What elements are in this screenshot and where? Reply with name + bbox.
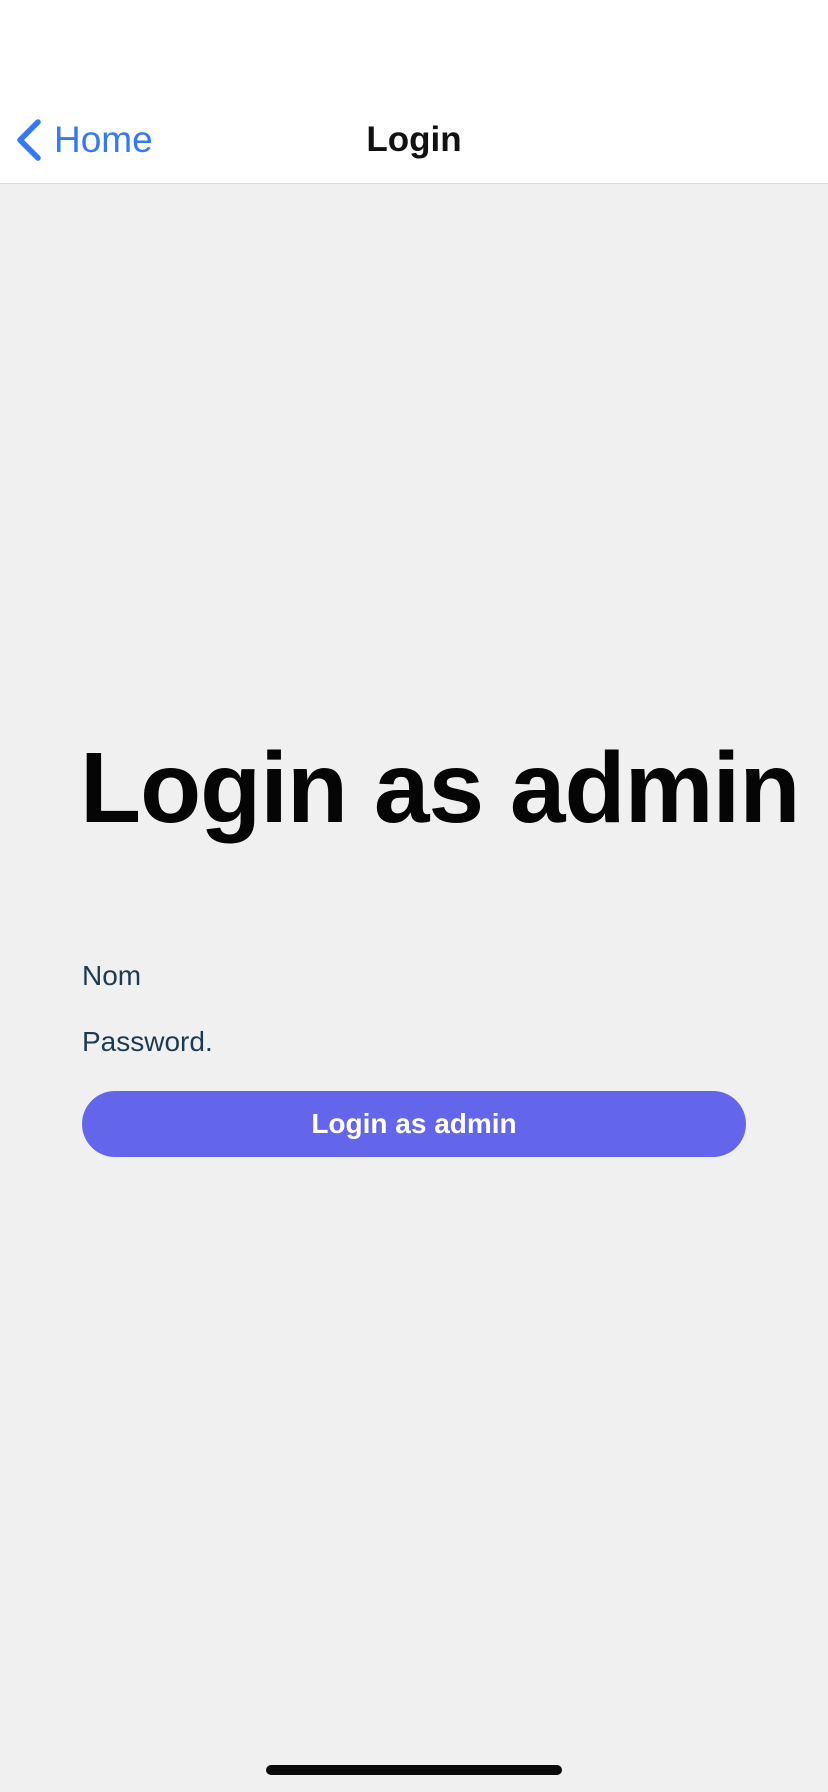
login-admin-button[interactable]: Login as admin [82, 1091, 746, 1157]
password-field[interactable] [82, 1017, 746, 1067]
name-field[interactable] [82, 951, 746, 1001]
headline: Login as admin [80, 732, 800, 844]
navigation-bar: Home Login [0, 0, 828, 184]
page-title: Login [366, 120, 462, 159]
home-indicator [266, 1765, 562, 1775]
